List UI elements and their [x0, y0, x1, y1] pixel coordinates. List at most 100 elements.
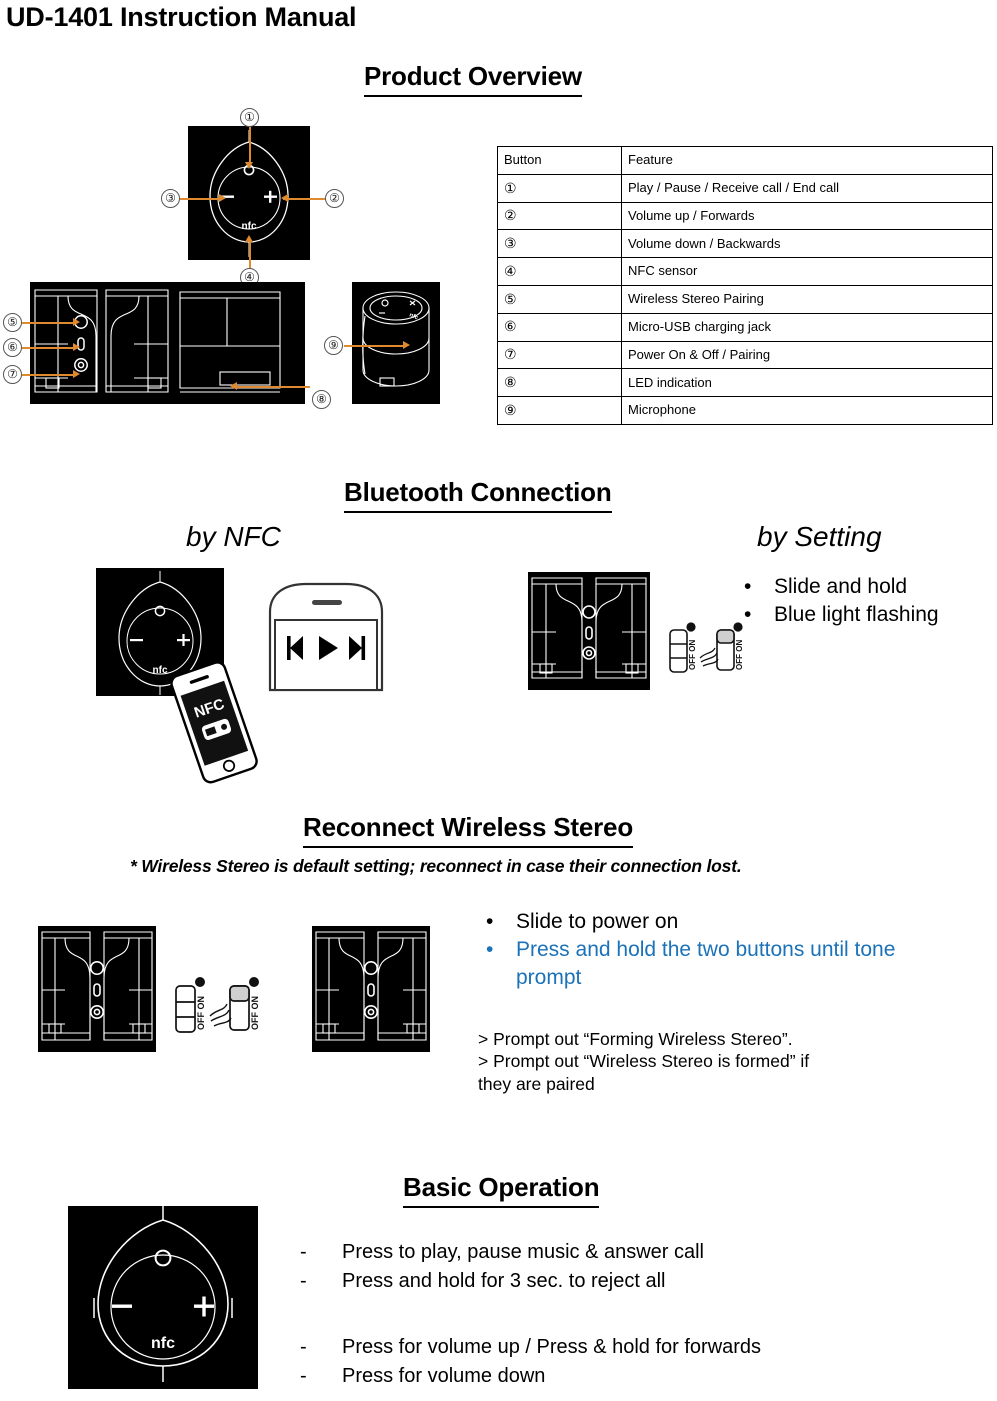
table-row: ⑥ Micro-USB charging jack: [497, 312, 993, 342]
callout-arrowhead-1: [245, 162, 253, 169]
list-item: • Slide to power on: [478, 908, 948, 936]
bullet-text: Blue light flashing: [774, 602, 939, 626]
list-item: - Press and hold for 3 sec. to reject al…: [300, 1267, 960, 1296]
by-setting-bullet-list: • Slide and hold • Blue light flashing: [736, 573, 997, 629]
row-feature-text: Play / Pause / Receive call / End call: [621, 173, 993, 203]
operation-text: Press for volume up / Press & hold for f…: [342, 1336, 762, 1358]
callout-line-3: [180, 198, 220, 200]
basic-operation-speaker-panel: nfc: [68, 1206, 258, 1389]
subheading-by-nfc: by NFC: [186, 521, 281, 552]
callout-line-2: [283, 198, 325, 200]
reconnect-speaker-pair-left-panel: [38, 926, 156, 1052]
list-item: - Press to play, pause music & answer ca…: [300, 1238, 960, 1267]
reconnect-note: * Wireless Stereo is default setting; re…: [130, 856, 742, 876]
callout-marker-9: ⑨: [324, 336, 343, 355]
page-title: UD-1401 Instruction Manual: [6, 2, 357, 32]
row-button-marker: ②: [504, 207, 517, 224]
bullet-marker: •: [486, 937, 494, 961]
bullet-marker: •: [744, 602, 752, 626]
media-player-illustration: [262, 578, 390, 696]
bullet-text-highlighted: Press and hold the two buttons until ton…: [516, 937, 896, 989]
prompt-line: they are paired: [478, 1073, 595, 1094]
table-row: ⑦ Power On & Off / Pairing: [497, 340, 993, 370]
reconnect-speaker-pair-right-panel: [312, 926, 430, 1052]
operation-text: Press for volume down: [342, 1365, 546, 1387]
svg-text:OFF ON: OFF ON: [250, 996, 260, 1030]
table-header-row: Button Feature: [497, 146, 993, 175]
row-button-marker: ①: [504, 179, 517, 196]
dash-marker: -: [300, 1336, 307, 1358]
table-row: ⑧ LED indication: [497, 368, 993, 398]
callout-arrowhead-8: [230, 382, 237, 390]
callout-line-4: [249, 240, 251, 270]
reconnect-switch-icons: OFF ON OFF ON: [170, 972, 266, 1050]
row-feature-text: LED indication: [621, 368, 993, 398]
section-heading-product-overview: Product Overview: [364, 61, 582, 97]
row-feature-text: NFC sensor: [621, 257, 993, 286]
row-feature-text: Micro-USB charging jack: [621, 312, 993, 342]
table-header-button: Button: [497, 146, 622, 175]
table-row: ④ NFC sensor: [497, 257, 993, 286]
operation-text: Press and hold for 3 sec. to reject all: [342, 1270, 666, 1292]
callout-arrowhead-4: [245, 235, 253, 242]
prompt-line: > Prompt out “Wireless Stereo is formed”…: [478, 1051, 810, 1072]
reconnect-prompt-block: > Prompt out “Forming Wireless Stereo”. …: [478, 1028, 958, 1095]
basic-operation-speaker-svg: nfc: [93, 1206, 233, 1382]
subheading-by-setting: by Setting: [757, 521, 882, 552]
bullet-marker: •: [486, 910, 494, 933]
basic-operation-list-group-1: - Press to play, pause music & answer ca…: [300, 1238, 960, 1296]
list-item: - Press for volume down: [300, 1362, 960, 1391]
callout-marker-6: ⑥: [3, 338, 22, 357]
operation-text: Press to play, pause music & answer call: [342, 1241, 705, 1263]
callout-line-7: [22, 374, 74, 376]
speaker-3d-view-panel: nfc: [352, 282, 440, 404]
callout-arrowhead-9: [403, 341, 410, 349]
reconnect-pair-right-svg: [315, 931, 427, 1041]
row-feature-text: Volume up / Forwards: [621, 201, 993, 231]
setting-speaker-pair-svg: [531, 577, 647, 679]
callout-marker-8: ⑧: [312, 390, 331, 409]
nfc-phone-illustration: NFC: [160, 660, 270, 785]
table-row: ⑤ Wireless Stereo Pairing: [497, 284, 993, 314]
svg-text:OFF ON: OFF ON: [735, 640, 744, 670]
list-item: • Blue light flashing: [736, 601, 997, 629]
svg-text:nfc: nfc: [242, 221, 257, 232]
table-header-feature: Feature: [621, 146, 993, 175]
row-button-marker: ③: [504, 235, 517, 252]
callout-line-1: [249, 127, 251, 163]
speaker-3d-view-svg: nfc: [362, 291, 430, 387]
table-row: ③ Volume down / Backwards: [497, 229, 993, 259]
callout-arrowhead-5: [73, 318, 80, 326]
callout-arrowhead-6: [73, 343, 80, 351]
callout-marker-3: ③: [161, 189, 180, 208]
row-button-marker: ⑨: [504, 401, 517, 418]
bullet-text: Slide and hold: [774, 575, 908, 598]
row-feature-text: Volume down / Backwards: [621, 229, 993, 259]
callout-arrowhead-2: [281, 194, 288, 202]
setting-speaker-pair-panel: [528, 572, 650, 690]
reconnect-bullet-list: • Slide to power on • Press and hold the…: [478, 908, 948, 992]
callout-marker-5: ⑤: [3, 313, 22, 332]
reconnect-pair-left-svg: [41, 931, 153, 1041]
row-button-marker: ⑤: [504, 290, 517, 307]
callout-line-9: [344, 345, 404, 347]
section-heading-reconnect-wireless-stereo: Reconnect Wireless Stereo: [303, 812, 633, 848]
callout-line-5: [22, 322, 74, 324]
reconnect-switch-svg: OFF ON OFF ON: [175, 977, 260, 1033]
svg-text:OFF ON: OFF ON: [196, 996, 206, 1030]
callout-marker-1: ①: [240, 108, 259, 127]
list-item: • Slide and hold: [736, 573, 997, 601]
callout-line-8: [232, 386, 310, 388]
list-item: - Press for volume up / Press & hold for…: [300, 1333, 960, 1362]
feature-table: Button Feature ① Play / Pause / Receive …: [497, 146, 993, 425]
row-button-marker: ⑦: [504, 346, 517, 363]
svg-text:nfc: nfc: [151, 1335, 175, 1352]
row-button-marker: ⑥: [504, 318, 517, 335]
callout-line-6: [22, 347, 74, 349]
dash-marker: -: [300, 1365, 307, 1387]
table-row: ② Volume up / Forwards: [497, 201, 993, 231]
row-button-marker: ⑧: [504, 374, 517, 391]
row-feature-text: Microphone: [621, 396, 993, 425]
svg-text:OFF ON: OFF ON: [688, 640, 697, 670]
section-heading-bluetooth-connection: Bluetooth Connection: [344, 477, 612, 513]
